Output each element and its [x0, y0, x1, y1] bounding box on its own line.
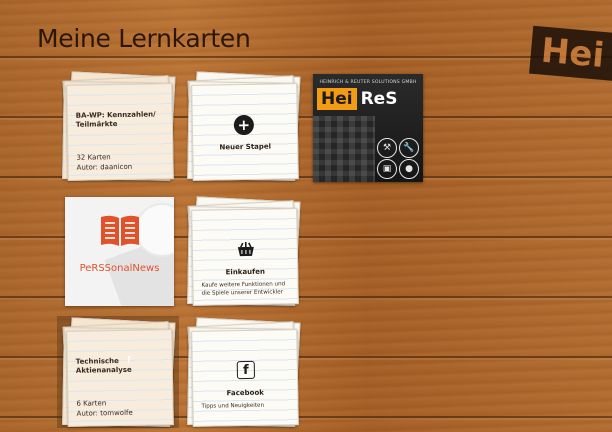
- heires-logo-res: ReS: [360, 89, 398, 109]
- deck-title: BA-WP: Kennzahlen/ Teilmärkte: [75, 110, 156, 129]
- facebook-icon: f: [236, 360, 256, 380]
- facebook-label: Facebook: [226, 388, 264, 398]
- page-title: Meine Lernkarten: [37, 24, 251, 53]
- deck-tile-technische-aktienanalyse[interactable]: Technische Aktienanalyse 6 Karten Autor:…: [57, 316, 179, 428]
- plus-circle-icon: +: [233, 114, 255, 136]
- shop-tile[interactable]: Einkaufen Kaufe weitere Funktionen und d…: [186, 196, 301, 307]
- deck-author: Autor: tomwolfe: [76, 408, 133, 418]
- deck-title: Technische Aktienanalyse: [75, 357, 132, 375]
- heires-logo: Hei ReS: [317, 88, 397, 110]
- open-book-icon: [101, 215, 139, 246]
- deck-author: Autor: daanicon: [76, 162, 133, 172]
- tools-icon: ⚒: [377, 138, 397, 158]
- person-icon: ●: [399, 159, 419, 179]
- shop-description: Kaufe weitere Funktionen und die Spiele …: [201, 281, 286, 297]
- perssonalnews-name: PeRSSonalNews: [79, 263, 160, 274]
- monitor-icon: ▣: [377, 159, 397, 179]
- heires-promo-tile[interactable]: HEINRICH & REUTER SOLUTIONS GMBH Hei ReS…: [313, 74, 423, 182]
- new-deck-label: Neuer Stapel: [219, 142, 272, 152]
- deck-tile-kennzahlen[interactable]: BA-WP: Kennzahlen/ Teilmärkte 32 Karten …: [61, 71, 176, 182]
- heires-company-name: HEINRICH & REUTER SOLUTIONS GMBH: [319, 80, 417, 85]
- wrench-icon: 🔧: [399, 138, 419, 158]
- basket-icon: [237, 241, 254, 257]
- deck-card-count: 32 Karten: [76, 153, 111, 162]
- mouse-cursor: [128, 356, 131, 364]
- deck-card-count: 6 Karten: [76, 399, 107, 408]
- heires-logo-hei: Hei: [317, 88, 357, 110]
- heires-corner-logo: Hei: [529, 25, 612, 83]
- building-image: [313, 116, 375, 182]
- new-deck-tile[interactable]: + Neuer Stapel: [186, 71, 301, 182]
- facebook-description: Tipps und Neuigkeiten: [201, 402, 265, 410]
- shop-label: Einkaufen: [225, 267, 265, 277]
- facebook-tile[interactable]: f Facebook Tipps und Neuigkeiten: [186, 317, 301, 428]
- perssonalnews-promo-tile[interactable]: PeRSSonalNews: [65, 197, 174, 306]
